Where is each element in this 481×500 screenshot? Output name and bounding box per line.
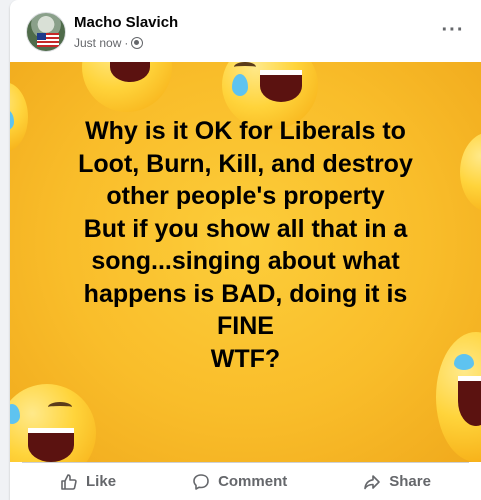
caption-line: WTF? bbox=[210, 344, 281, 373]
comment-label: Comment bbox=[218, 473, 288, 490]
post-actions-bar: Like Comment Share bbox=[22, 462, 469, 500]
comment-button[interactable]: Comment bbox=[176, 466, 303, 498]
post-card: Macho Slavich Just now · ··· Why is it O… bbox=[10, 0, 481, 500]
post-image[interactable]: Why is it OK for Liberals to Loot, Burn,… bbox=[10, 62, 481, 462]
meta-separator: · bbox=[124, 36, 129, 50]
share-button[interactable]: Share bbox=[347, 466, 447, 498]
thumbs-up-icon bbox=[61, 473, 77, 490]
like-button[interactable]: Like bbox=[44, 466, 132, 498]
post-meta: Just now · bbox=[74, 35, 144, 51]
author-name[interactable]: Macho Slavich bbox=[74, 14, 178, 31]
post-header: Macho Slavich Just now · ··· bbox=[10, 0, 481, 62]
caption-line: FINE bbox=[217, 312, 274, 340]
caption-line: Loot, Burn, Kill, and destroy bbox=[78, 149, 413, 178]
caption-line: But if you show all that in a bbox=[83, 214, 408, 243]
post-timestamp[interactable]: Just now bbox=[74, 36, 121, 50]
caption-line: Why is it OK for Liberals to bbox=[85, 117, 406, 145]
share-label: Share bbox=[389, 473, 431, 490]
caption-line: song...singing about what bbox=[91, 247, 400, 275]
comment-bubble-icon bbox=[193, 473, 209, 490]
more-options-icon[interactable]: ··· bbox=[437, 18, 469, 42]
author-avatar[interactable] bbox=[26, 12, 66, 52]
laughing-emoji-icon bbox=[10, 384, 96, 462]
globe-icon[interactable] bbox=[131, 37, 144, 49]
caption-line: happens is BAD, doing it is bbox=[83, 279, 408, 308]
like-label: Like bbox=[86, 473, 117, 490]
avatar-flag bbox=[37, 33, 59, 47]
image-caption-text: Why is it OK for Liberals to Loot, Burn,… bbox=[10, 115, 481, 375]
caption-line: other people's property bbox=[106, 182, 385, 210]
share-arrow-icon bbox=[364, 474, 381, 489]
laughing-emoji-icon bbox=[82, 62, 172, 112]
